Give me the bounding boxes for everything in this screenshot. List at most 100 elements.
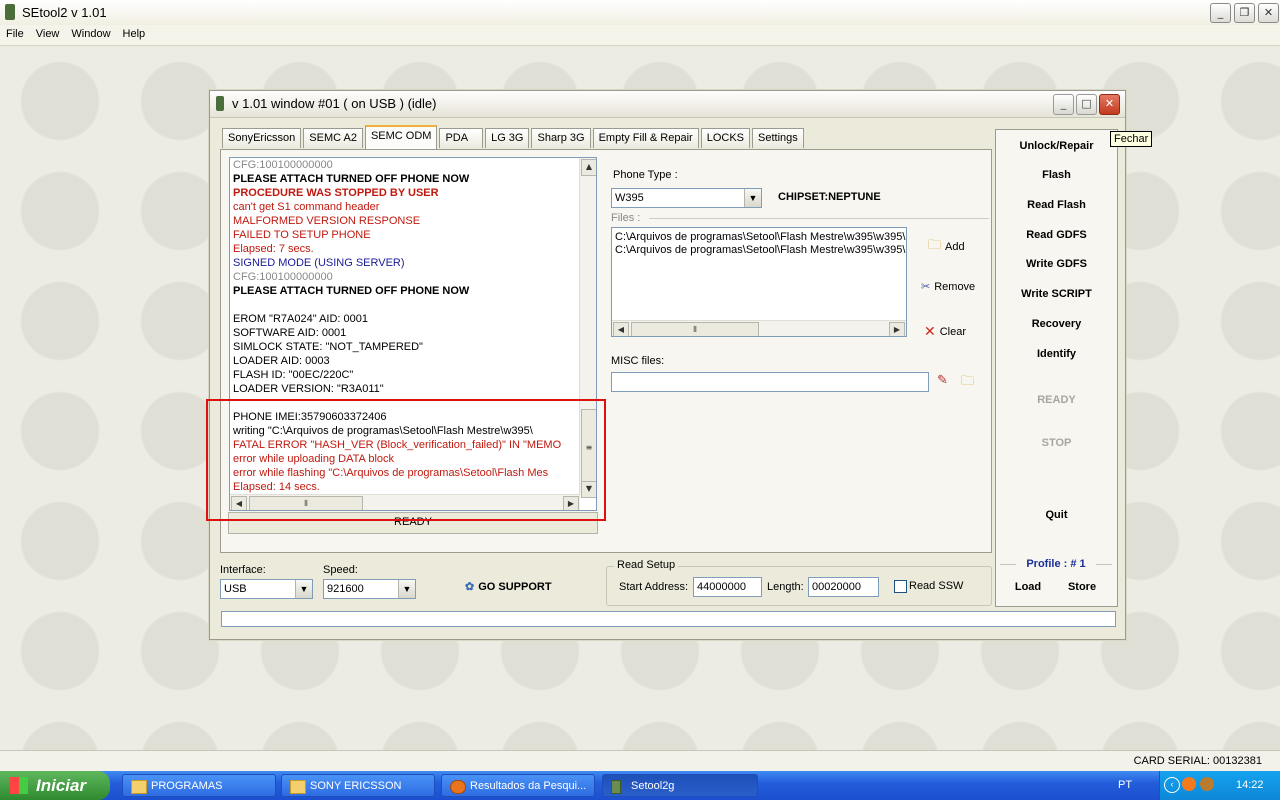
task-sony-ericsson[interactable]: SONY ERICSSON [281, 774, 435, 797]
menu-help[interactable]: Help [117, 25, 152, 40]
files-scroll-left-icon[interactable]: ◀ [613, 322, 629, 336]
log-line: can't get S1 command header [233, 201, 380, 213]
stop-button[interactable]: STOP [996, 437, 1117, 449]
log-line: Elapsed: 7 secs. [233, 243, 314, 255]
file-row[interactable]: C:\Arquivos de programas\Setool\Flash Me… [612, 231, 906, 244]
remove-button[interactable]: ✂ Remove [921, 280, 975, 294]
open-folder-icon[interactable]: 🗀 [961, 372, 974, 394]
log-line: SIGNED MODE (USING SERVER) [233, 257, 405, 269]
chevron-down-icon[interactable]: ▼ [295, 580, 312, 598]
start-button[interactable]: Iniciar [0, 771, 110, 800]
chevron-down-icon[interactable]: ▼ [398, 580, 415, 598]
chipset-label: CHIPSET:NEPTUNE [778, 191, 881, 203]
menu-file[interactable]: File [0, 25, 30, 40]
log-line: MALFORMED VERSION RESPONSE [233, 215, 421, 227]
interface-select[interactable]: USB ▼ [220, 579, 313, 599]
misc-files-label: MISC files: [611, 355, 665, 367]
close-tooltip: Fechar [1110, 131, 1153, 147]
close-icon[interactable]: ✕ [1258, 3, 1279, 23]
files-label: Files : [611, 212, 641, 224]
write-script-button[interactable]: Write SCRIPT [996, 288, 1117, 300]
app-title-bar: SEtool2 v 1.01 _ ❐ ✕ [0, 0, 1280, 26]
ready-button[interactable]: READY [996, 394, 1117, 406]
tab-semc-odm[interactable]: SEMC ODM [364, 125, 438, 149]
task-firefox[interactable]: Resultados da Pesqui... [441, 774, 595, 797]
load-button[interactable]: Load [1008, 581, 1048, 593]
phone-type-select[interactable]: W395 ▼ [611, 188, 762, 208]
menu-view[interactable]: View [30, 25, 66, 40]
tab-locks[interactable]: LOCKS [700, 128, 751, 148]
tab-settings[interactable]: Settings [752, 128, 804, 148]
speed-select[interactable]: 921600 ▼ [323, 579, 416, 599]
scroll-up-icon[interactable]: ▲ [581, 159, 596, 176]
files-list[interactable]: C:\Arquivos de programas\Setool\Flash Me… [611, 227, 907, 337]
interface-label: Interface: [220, 564, 266, 576]
read-gdfs-button[interactable]: Read GDFS [996, 229, 1117, 241]
tray-app-icon[interactable] [1200, 777, 1214, 791]
start-address-label: Start Address: [619, 581, 689, 593]
write-gdfs-button[interactable]: Write GDFS [996, 258, 1117, 270]
unlock-repair-button[interactable]: Unlock/Repair [996, 140, 1117, 152]
app-title: SEtool2 v 1.01 [22, 5, 107, 20]
scissors-icon: ✂ [921, 281, 931, 293]
task-setool2g[interactable]: Setool2g [602, 774, 758, 797]
go-support-button[interactable]: ✿ GO SUPPORT [465, 580, 552, 594]
misc-files-input[interactable] [611, 372, 929, 392]
support-icon: ✿ [465, 581, 475, 593]
tab-empty-fill-repair[interactable]: Empty Fill & Repair [592, 128, 699, 148]
recovery-button[interactable]: Recovery [996, 318, 1117, 330]
file-row[interactable]: C:\Arquivos de programas\Setool\Flash Me… [612, 244, 906, 257]
folder-icon [290, 780, 306, 794]
chevron-down-icon[interactable]: ▼ [744, 189, 761, 207]
phone-icon [611, 780, 621, 794]
start-address-input[interactable]: 44000000 [693, 577, 762, 597]
clear-button[interactable]: ✕ Clear [924, 323, 966, 340]
status-bar: CARD SERIAL: 00132381 [0, 750, 1280, 772]
read-ssw-checkbox[interactable] [894, 580, 907, 593]
clock: 14:22 [1236, 779, 1264, 791]
tab-semc-a2[interactable]: SEMC A2 [303, 128, 363, 148]
task-programas[interactable]: PROGRAMAS [122, 774, 276, 797]
firefox-icon [450, 780, 466, 794]
tab-pda[interactable]: PDA [439, 128, 484, 148]
files-scroll-right-icon[interactable]: ▶ [889, 322, 905, 336]
log-line: PLEASE ATTACH TURNED OFF PHONE NOW [233, 285, 470, 297]
edit-icon[interactable]: ✎ [937, 372, 948, 388]
child-title-bar: v 1.01 window #01 ( on USB ) (idle) _ □ … [210, 91, 1125, 118]
log-line: SOFTWARE AID: 0001 [233, 327, 347, 339]
x-icon: ✕ [924, 323, 936, 339]
quit-button[interactable]: Quit [996, 509, 1117, 521]
language-indicator[interactable]: PT [1118, 779, 1132, 791]
identify-button[interactable]: Identify [996, 348, 1117, 360]
read-flash-button[interactable]: Read Flash [996, 199, 1117, 211]
store-button[interactable]: Store [1062, 581, 1102, 593]
progress-bar [221, 611, 1116, 627]
log-line: FLASH ID: "00EC/220C" [233, 369, 354, 381]
log-line: CFG:100100000000 [233, 159, 333, 171]
files-hscroll-thumb[interactable]: ⦀ [631, 322, 759, 336]
card-serial: CARD SERIAL: 00132381 [1133, 755, 1262, 767]
tab-sharp-3g[interactable]: Sharp 3G [531, 128, 591, 148]
tab-lg-3g[interactable]: LG 3G [485, 128, 530, 148]
menu-window[interactable]: Window [65, 25, 116, 40]
speed-value: 921600 [327, 583, 364, 595]
flash-button[interactable]: Flash [996, 169, 1117, 181]
tab-sonyericsson[interactable]: SonyEricsson [222, 128, 302, 148]
read-setup-label: Read Setup [614, 559, 679, 571]
child-minimize-icon[interactable]: _ [1053, 94, 1074, 115]
child-icon [216, 96, 224, 111]
child-maximize-icon[interactable]: □ [1076, 94, 1097, 115]
length-input[interactable]: 00020000 [808, 577, 879, 597]
minimize-icon[interactable]: _ [1210, 3, 1231, 23]
action-panel: Unlock/Repair Flash Read Flash Read GDFS… [995, 129, 1118, 607]
add-button[interactable]: 🗀 Add [928, 236, 965, 258]
taskbar: Iniciar PROGRAMAS SONY ERICSSON Resultad… [0, 771, 1280, 800]
menu-bar: File View Window Help [0, 25, 1280, 46]
tray-arrow-icon[interactable]: ‹ [1164, 777, 1180, 793]
interface-value: USB [224, 583, 247, 595]
firefox-tray-icon[interactable] [1182, 777, 1196, 791]
log-line: PROCEDURE WAS STOPPED BY USER [233, 187, 439, 199]
child-close-icon[interactable]: ✕ [1099, 94, 1120, 115]
restore-icon[interactable]: ❐ [1234, 3, 1255, 23]
